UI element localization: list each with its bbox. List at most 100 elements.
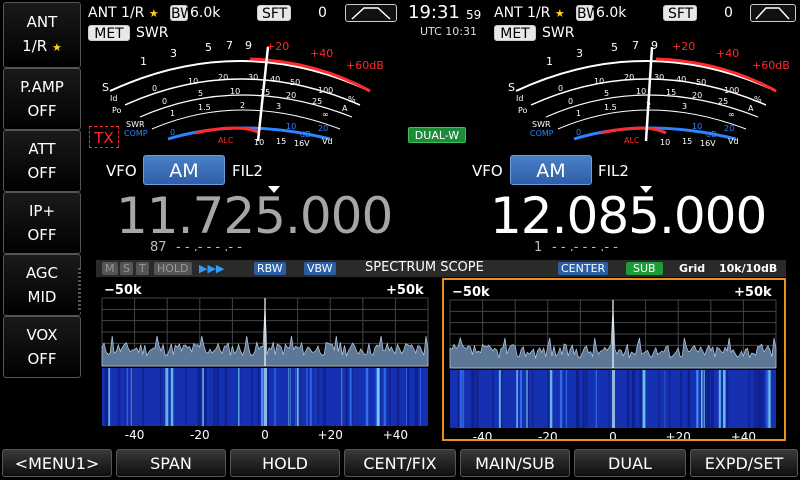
meter-alc-label: ALC (624, 136, 640, 145)
axis-tick-label: -40 (125, 428, 145, 441)
waterfall-signal (341, 368, 344, 426)
function-column: ANT 1/R ★ P.AMP OFF ATT OFF IP+ OFF AGC … (0, 0, 82, 447)
star-icon: ★ (554, 7, 565, 20)
meter-swr-tick: 1.5 (198, 103, 211, 112)
waterfall-signal (696, 370, 698, 428)
meter-s-tick-1: 1 (546, 55, 553, 68)
span-button[interactable]: SPAN (116, 449, 226, 477)
att-button[interactable]: ATT OFF (3, 130, 81, 192)
ant-button[interactable]: ANT 1/R ★ (3, 2, 81, 68)
scroll-indicator[interactable] (78, 268, 81, 312)
waterfall-signal (758, 370, 761, 428)
meter-comp-tick: 0 (576, 128, 581, 137)
vfo-label-right: VFO (472, 162, 503, 180)
meter-over-tick-60: +60dB (752, 59, 790, 72)
waterfall-signal (131, 368, 133, 426)
scope-s-tag[interactable]: S (120, 262, 133, 275)
meter-s-tick-3: 3 (170, 47, 177, 60)
waterfall-signal (766, 370, 768, 428)
main-sub-button[interactable]: MAIN/SUB (460, 449, 570, 477)
ant-status-right: ANT 1/R ★ (494, 5, 565, 21)
waterfall-signal (472, 370, 475, 428)
meter-id-tick: 20 (286, 91, 296, 100)
waterfall-signal (718, 370, 721, 428)
waterfall-signal (547, 370, 550, 428)
preamp-button[interactable]: P.AMP OFF (3, 68, 81, 130)
scope-hold-tag[interactable]: HOLD (154, 262, 192, 275)
scope-vbw-tag[interactable]: VBW (304, 262, 336, 275)
bw-tag-left[interactable]: BW (170, 5, 194, 22)
waterfall-signal (203, 368, 207, 426)
meter-v-tick: 15 (682, 137, 692, 146)
waterfall-signal (500, 370, 502, 428)
scope-panel-sub[interactable]: −50k +50k -40 -20 0 +20 +40 (442, 278, 786, 441)
waterfall-signal (492, 370, 494, 428)
agc-button[interactable]: AGC MID (3, 254, 81, 316)
scope-t-tag[interactable]: T (136, 262, 149, 275)
mode-button-right[interactable]: AM (510, 155, 592, 185)
waterfall-signal (459, 370, 463, 428)
waterfall-signal (262, 368, 264, 426)
waterfall-signal (375, 368, 378, 426)
scope-center-tag[interactable]: CENTER (558, 262, 609, 275)
meter-scales (109, 57, 371, 141)
clock-utc: UTC 10:31 (420, 25, 478, 38)
waterfall-signal (309, 368, 312, 426)
waterfall-signal (679, 370, 683, 428)
mode-button-left[interactable]: AM (143, 155, 225, 185)
frequency-right[interactable]: 12.085.000 (490, 190, 767, 242)
axis-tick-label: -20 (538, 430, 558, 441)
waterfall-signal (407, 368, 409, 426)
meter-id-tick: 5 (604, 89, 609, 98)
sft-tag-right[interactable]: SFT (663, 5, 697, 22)
scope-panel-main[interactable]: −50k +50k -40 -20 0 +20 +40 (96, 278, 441, 441)
tx-badge: TX (89, 126, 119, 148)
meter-db-label: dB (300, 130, 311, 139)
waterfall-signal (414, 368, 417, 426)
hold-button[interactable]: HOLD (230, 449, 340, 477)
waterfall-signal (705, 370, 708, 428)
meter-over-tick-60: +60dB (346, 59, 384, 72)
axis-tick-label: 0 (609, 430, 617, 441)
waterfall-signal (299, 368, 302, 426)
waterfall-signal (726, 370, 729, 428)
meter-db-label: dB (706, 130, 717, 139)
expd-set-button[interactable]: EXPD/SET (690, 449, 798, 477)
scope-m-tag[interactable]: M (102, 262, 118, 275)
meter-swr-label: SWR (532, 120, 551, 129)
ipplus-button[interactable]: IP+ OFF (3, 192, 81, 254)
meter-po-tick: 100 (318, 86, 333, 95)
menu1-button[interactable]: <MENU1> (2, 449, 112, 477)
meter-comp-label: COMP (530, 129, 554, 138)
frequency-left[interactable]: 11.725.000 (116, 190, 393, 242)
meter-id-tick: 10 (636, 87, 646, 96)
waterfall-signal (316, 368, 319, 426)
meter-id-tick: A (342, 104, 348, 113)
dual-button[interactable]: DUAL (574, 449, 686, 477)
bw-tag-right[interactable]: BW (576, 5, 600, 22)
memo-channel-left: 87 (150, 240, 167, 255)
meter-s-tick-1: 1 (140, 55, 147, 68)
meter-po-tick: 50 (290, 78, 300, 87)
waterfall-signal (322, 368, 325, 426)
sft-tag-left[interactable]: SFT (257, 5, 291, 22)
waterfall-signal (198, 368, 202, 426)
bw-value-right: 6.0k (596, 5, 627, 21)
scope-sub-tag[interactable]: SUB (626, 262, 663, 275)
meter-id-tick: 25 (312, 97, 322, 106)
meter-swr-tick: 1 (170, 109, 175, 118)
cent-fix-button[interactable]: CENT/FIX (344, 449, 456, 477)
axis-tick-label: +40 (731, 430, 756, 441)
scope-rbw-tag[interactable]: RBW (254, 262, 286, 275)
filter-shape-icon-left (345, 4, 397, 22)
meter-s-tick-5: 5 (205, 41, 212, 54)
vox-button[interactable]: VOX OFF (3, 316, 81, 378)
waterfall-signal (608, 370, 610, 428)
meter-po-label: Po (518, 106, 528, 115)
waterfall-signal (669, 370, 671, 428)
ant-value: 1/R ★ (22, 37, 62, 55)
meter-swr-tick: ∞ (728, 110, 735, 119)
waterfall-signal (564, 370, 566, 428)
meter-s-label: S (102, 81, 109, 94)
waterfall-signal (117, 368, 121, 426)
